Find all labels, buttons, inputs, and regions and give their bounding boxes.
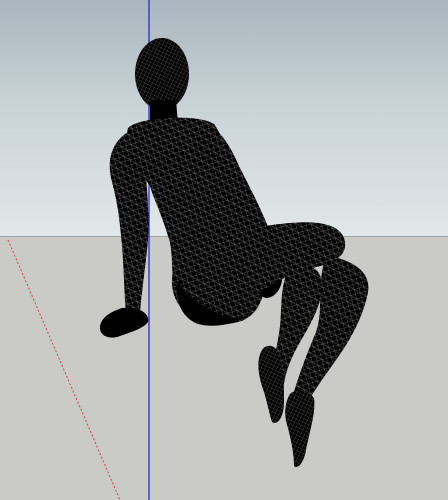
figure-foot-front <box>285 390 315 468</box>
figure-body <box>100 38 369 468</box>
figure-head <box>135 38 189 110</box>
figure-left-arm <box>109 132 149 312</box>
3d-viewport[interactable] <box>0 0 448 500</box>
seated-figure-mesh-icon[interactable] <box>0 0 448 500</box>
figure-left-hand <box>100 307 149 338</box>
